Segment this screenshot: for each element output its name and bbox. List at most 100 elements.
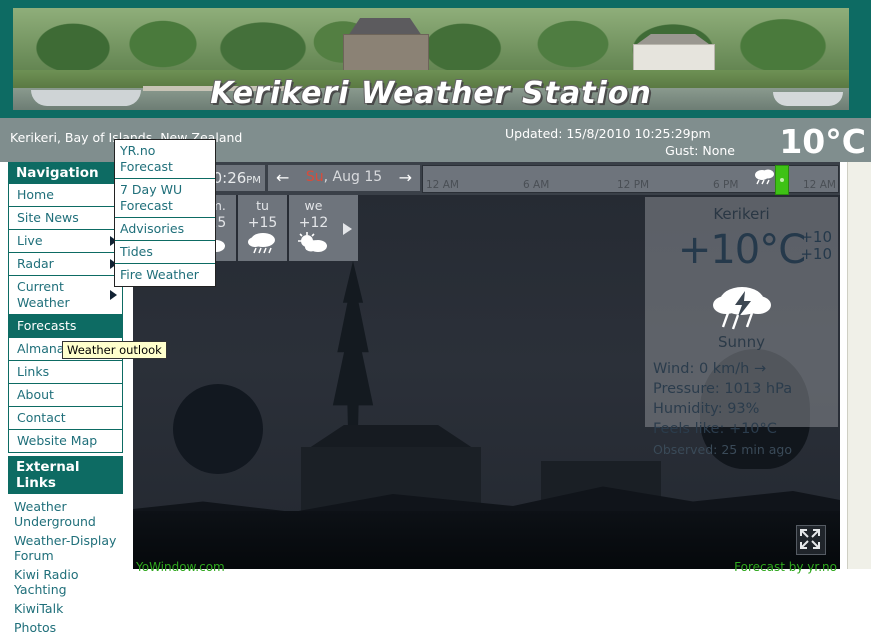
clock-ampm: PM: [246, 175, 261, 186]
day-tab-temp: +15: [247, 215, 278, 231]
external-links-list: Weather Underground Weather-Display Foru…: [8, 494, 123, 637]
date-rest: , Aug 15: [323, 169, 383, 185]
scene-pine-tree: [332, 261, 374, 451]
widget-footer: YoWindow.com Forecast by yr.no: [133, 560, 840, 574]
more-days-button[interactable]: [336, 195, 358, 261]
thunderstorm-icon: [645, 279, 838, 337]
submenu-item-tides[interactable]: Tides: [115, 241, 215, 264]
panel-city-name: Kerikeri: [713, 205, 770, 223]
sun-cloud-icon: [289, 232, 338, 254]
wind-direction-arrow-icon: →: [753, 361, 767, 377]
external-link-kiwi-radio-yachting[interactable]: Kiwi Radio Yachting: [10, 565, 123, 599]
time-slider[interactable]: 12 AM 6 AM 12 PM 6 PM 12 AM: [422, 165, 839, 195]
timeline-tick-3: 6 PM: [713, 179, 739, 191]
panel-condition: Sunny: [718, 333, 765, 351]
yowindow-link[interactable]: YoWindow.com: [136, 560, 225, 574]
sidebar-item-label: Links: [17, 364, 50, 379]
panel-high: +10: [800, 228, 832, 246]
sidebar-item-about[interactable]: About: [9, 384, 122, 407]
sidebar-item-label: Site News: [17, 210, 79, 225]
yowindow-widget: LIVE 10:26PM ← Su, Aug 15 → 12 AM 6 AM 1…: [133, 162, 840, 569]
panel-wind-value: 0 km/h: [698, 361, 750, 377]
panel-observed-time: Observed: 25 min ago: [653, 442, 792, 457]
sidebar-item-site-news[interactable]: Site News: [9, 207, 122, 230]
current-weather-panel: Kerikeri +10°C +10 +10 Sunny Wind: 0 km/…: [645, 197, 838, 457]
sidebar-item-label: Contact: [17, 410, 66, 425]
timeline-tick-2: 12 PM: [617, 179, 650, 191]
sidebar-item-forecasts[interactable]: Forecasts: [9, 315, 122, 338]
panel-details: Wind: 0 km/h → Pressure: 1013 hPa Humidi…: [653, 359, 838, 439]
sidebar-item-label: Radar: [17, 256, 54, 271]
external-link-weather-underground[interactable]: Weather Underground: [10, 497, 123, 531]
widget-toolbar: LIVE 10:26PM ← Su, Aug 15 → 12 AM 6 AM 1…: [133, 162, 840, 195]
panel-wind-label: Wind:: [653, 361, 695, 377]
sidebar-item-live[interactable]: Live: [9, 230, 122, 253]
page-root: Kerikeri Weather Station Kerikeri, Bay o…: [0, 0, 871, 637]
expand-icon: [800, 529, 820, 549]
sidebar-item-label: About: [17, 387, 54, 402]
sidebar-item-label: Forecasts: [17, 318, 77, 333]
panel-temperature: +10°C: [677, 227, 806, 273]
external-link-photos[interactable]: Photos: [10, 618, 123, 637]
panel-wind-row: Wind: 0 km/h →: [653, 359, 838, 379]
chevron-right-icon: [110, 290, 117, 300]
day-tab-wednesday[interactable]: we +12: [289, 195, 338, 261]
time-slider-thumb[interactable]: [775, 165, 789, 195]
external-link-weather-display-forum[interactable]: Weather-Display Forum: [10, 531, 123, 565]
sidebar-item-label: Home: [17, 187, 54, 202]
timeline-tick-0: 12 AM: [426, 179, 459, 191]
updated-text: Updated: 15/8/2010 10:25:29pm: [505, 126, 711, 141]
panel-pressure-value: 1013 hPa: [724, 381, 793, 397]
sidebar-item-website-map[interactable]: Website Map: [9, 430, 122, 452]
day-tab-temp: +12: [298, 215, 329, 231]
forecasts-submenu: YR.no Forecast 7 Day WU Forecast Advisor…: [114, 139, 216, 287]
sidebar-item-home[interactable]: Home: [9, 184, 122, 207]
external-link-kiwitalk[interactable]: KiwiTalk: [10, 599, 123, 618]
day-tab-label: tu: [256, 198, 269, 213]
external-links-header: External Links: [8, 456, 123, 494]
submenu-item-yr-no-forecast[interactable]: YR.no Forecast: [115, 140, 215, 179]
panel-low: +10: [800, 245, 832, 263]
panel-pressure-row: Pressure: 1013 hPa: [653, 379, 838, 399]
timeline-tick-4: 12 AM: [803, 179, 836, 191]
sidebar-item-radar[interactable]: Radar: [9, 253, 122, 276]
panel-high-low: +10 +10: [800, 229, 832, 263]
panel-humidity-value: 93%: [727, 401, 760, 417]
sidebar-item-label: Website Map: [17, 433, 98, 448]
panel-pressure-label: Pressure:: [653, 381, 720, 397]
sidebar-item-current-weather[interactable]: Current Weather: [9, 276, 122, 315]
banner-photo: Kerikeri Weather Station: [13, 8, 849, 110]
sidebar-item-label: Current Weather: [17, 279, 70, 310]
current-temperature-large: 10°C: [779, 122, 866, 161]
rain-cloud-icon: [238, 232, 287, 254]
sidebar: Navigation Home Site News Live Radar Cur…: [8, 162, 123, 637]
day-tab-tuesday[interactable]: tu +15: [238, 195, 287, 261]
navigation-list: Home Site News Live Radar Current Weathe…: [8, 184, 123, 453]
panel-feels-like-value: +10°C: [728, 421, 777, 437]
next-day-arrow-icon[interactable]: →: [399, 170, 412, 186]
tooltip-weather-outlook: Weather outlook: [62, 341, 167, 359]
sidebar-item-links[interactable]: Links: [9, 361, 122, 384]
submenu-item-advisories[interactable]: Advisories: [115, 218, 215, 241]
submenu-item-7-day-wu-forecast[interactable]: 7 Day WU Forecast: [115, 179, 215, 218]
sidebar-item-label: Live: [17, 233, 43, 248]
forecast-source-link[interactable]: Forecast by yr.no: [734, 560, 837, 574]
timeline-weather-icon: [755, 169, 774, 185]
current-date-label: Su, Aug 15: [268, 169, 420, 185]
date-navigator: ← Su, Aug 15 →: [268, 165, 420, 191]
day-of-week: Su: [305, 169, 324, 185]
timeline-tick-1: 6 AM: [523, 179, 550, 191]
banner-title: Kerikeri Weather Station: [210, 76, 652, 110]
scene-tree-left: [173, 384, 263, 474]
panel-temperature-block: +10°C +10 +10: [645, 225, 838, 277]
fullscreen-button[interactable]: [796, 525, 826, 555]
panel-feels-like-row: Feels like: +10°C: [653, 419, 838, 439]
panel-humidity-label: Humidity:: [653, 401, 723, 417]
day-tab-label: we: [304, 198, 323, 213]
navigation-header: Navigation: [8, 162, 123, 184]
submenu-item-fire-weather[interactable]: Fire Weather: [115, 264, 215, 286]
panel-humidity-row: Humidity: 93%: [653, 399, 838, 419]
sidebar-item-contact[interactable]: Contact: [9, 407, 122, 430]
panel-feels-like-label: Feels like:: [653, 421, 725, 437]
site-banner: Kerikeri Weather Station: [0, 0, 871, 118]
